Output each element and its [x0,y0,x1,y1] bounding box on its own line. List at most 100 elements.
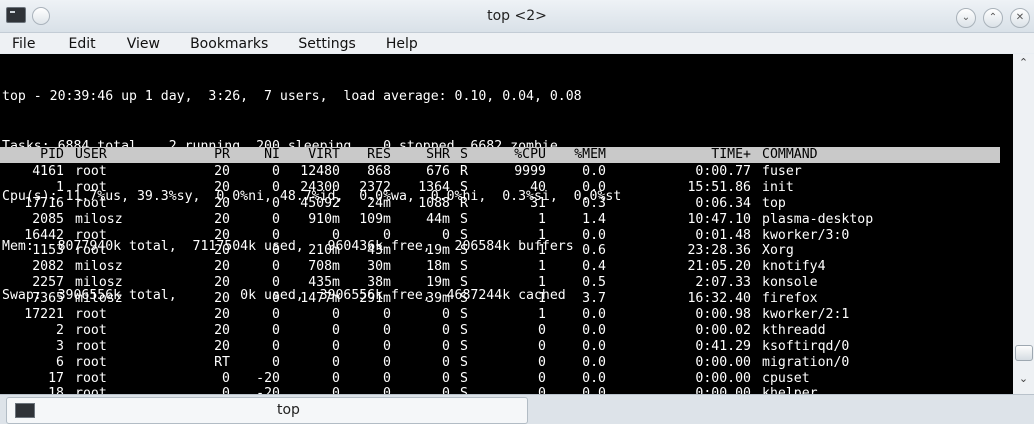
cell-virt: 910m [308,211,340,227]
table-row: 2 root 20 0 0 0 0 S 0 0.0 0:00.02 kthreadd [0,323,1000,339]
cell-pid: 6 [56,354,64,370]
col-mem: %MEM [574,147,606,162]
cell-cpu: 31 [530,195,546,211]
cell-time: 23:28.36 [687,243,751,259]
cell-user: root [75,370,107,386]
cell-res: 30m [367,259,391,275]
cell-time: 15:51.86 [687,179,751,195]
menu-file[interactable]: File [12,34,35,54]
maximize-button[interactable]: ⌃ [983,8,1003,28]
cell-pr: 20 [214,211,230,227]
menu-help[interactable]: Help [386,34,418,54]
table-row: 17716 root 20 0 45092 24m 1088 R 31 0.3 0:06.34 top [0,196,1000,212]
table-row: 1153 root 20 0 210m 43m 19m S 1 0.6 23:28.36 Xorg [0,243,1000,259]
close-button[interactable]: ✕ [1010,8,1030,28]
cell-pr: 20 [214,338,230,354]
cell-ni: 0 [272,354,280,370]
cell-pr: 0 [222,386,230,394]
process-table-header: PID USER PR NI VIRT RES SHR S %CPU %MEM … [0,147,1000,163]
table-row: 2085 milosz 20 0 910m 109m 44m S 1 1.4 10:47.10 pla… [0,212,1000,228]
menu-view[interactable]: View [127,34,160,54]
cell-res: 291m [359,291,391,307]
cell-time: 0:00.00 [695,370,751,386]
col-pr: PR [214,147,230,162]
cell-virt: 0 [332,338,340,354]
cell-cmd: kworker/2:1 [762,307,850,323]
menu-bar: File Edit View Bookmarks Settings Help [0,33,1034,53]
cell-user: root [75,164,107,179]
cell-res: 109m [359,211,391,227]
cell-s: S [460,243,468,259]
tab-top[interactable]: top [6,397,528,424]
table-row: 2082 milosz 20 0 708m 30m 18m S 1 0.4 21:05.20 knot… [0,259,1000,275]
cell-user: root [75,307,107,323]
cell-user: root [75,179,107,195]
cell-shr: 0 [442,354,450,370]
cell-user: milosz [75,291,123,307]
cell-ni: 0 [272,307,280,323]
cell-s: S [460,211,468,227]
title-bar: top <2> ⌄ ⌃ ✕ [0,0,1034,33]
table-row: 3 root 20 0 0 0 0 S 0 0.0 0:41.29 ksoftirqd/0 [0,339,1000,355]
table-row: 1 root 20 0 24300 2372 1364 S 40 0.0 15:51.86 init [0,180,1000,196]
col-cpu: %CPU [514,147,546,162]
cell-pid: 2257 [32,275,64,291]
scroll-up-icon[interactable]: ⌃ [1016,56,1031,70]
cell-virt: 0 [332,307,340,323]
cell-cmd: init [762,179,794,195]
cell-pid: 4161 [32,164,64,179]
cell-pr: 20 [214,179,230,195]
cell-cpu: 1 [538,227,546,243]
cell-pid: 2085 [32,211,64,227]
cell-s: R [460,195,468,211]
cell-pid: 2082 [32,259,64,275]
cell-shr: 39m [426,291,450,307]
menu-bookmarks[interactable]: Bookmarks [190,34,268,54]
col-ni: NI [264,147,280,162]
cell-shr: 1364 [418,179,450,195]
cell-s: S [460,370,468,386]
minimize-button[interactable]: ⌄ [956,8,976,28]
cell-res: 2372 [359,179,391,195]
cell-cmd: fuser [762,164,802,179]
vertical-scrollbar[interactable]: ⌃ ⌄ [1013,54,1034,394]
cell-res: 0 [383,227,391,243]
col-user: USER [75,147,107,162]
cell-virt: 0 [332,227,340,243]
cell-pid: 17221 [24,307,64,323]
cell-time: 0:41.29 [695,338,751,354]
cell-shr: 0 [442,386,450,394]
menu-settings[interactable]: Settings [298,34,355,54]
cell-pid: 17 [48,370,64,386]
terminal-output[interactable]: top - 20:39:46 up 1 day, 3:26, 7 users, … [0,54,1013,394]
cell-shr: 0 [442,338,450,354]
cell-cmd: firefox [762,291,818,307]
cell-res: 868 [367,164,391,179]
cell-pid: 16442 [24,227,64,243]
cell-cpu: 1 [538,307,546,323]
cell-virt: 24300 [300,179,340,195]
cell-mem: 0.0 [582,370,606,386]
table-row: 17 root 0 -20 0 0 0 S 0 0.0 0:00.00 cpuset [0,371,1000,387]
cell-ni: 0 [272,195,280,211]
col-s: S [460,147,468,162]
cell-time: 10:47.10 [687,211,751,227]
scroll-handle[interactable] [1015,345,1033,361]
cell-cpu: 1 [538,275,546,291]
cell-time: 0:06.34 [695,195,751,211]
cell-time: 0:00.00 [695,354,751,370]
cell-pr: 20 [214,307,230,323]
cell-cpu: 0 [538,370,546,386]
cell-time: 0:00.77 [695,164,751,179]
cell-shr: 0 [442,322,450,338]
scroll-down-icon[interactable]: ⌄ [1016,372,1031,386]
terminal-icon [15,403,35,418]
cell-shr: 676 [426,164,450,179]
cell-pr: 20 [214,322,230,338]
cell-cpu: 1 [538,259,546,275]
menu-edit[interactable]: Edit [69,34,96,54]
cell-ni: 0 [272,275,280,291]
cell-s: S [460,322,468,338]
cell-res: 38m [367,275,391,291]
cell-cpu: 0 [538,322,546,338]
